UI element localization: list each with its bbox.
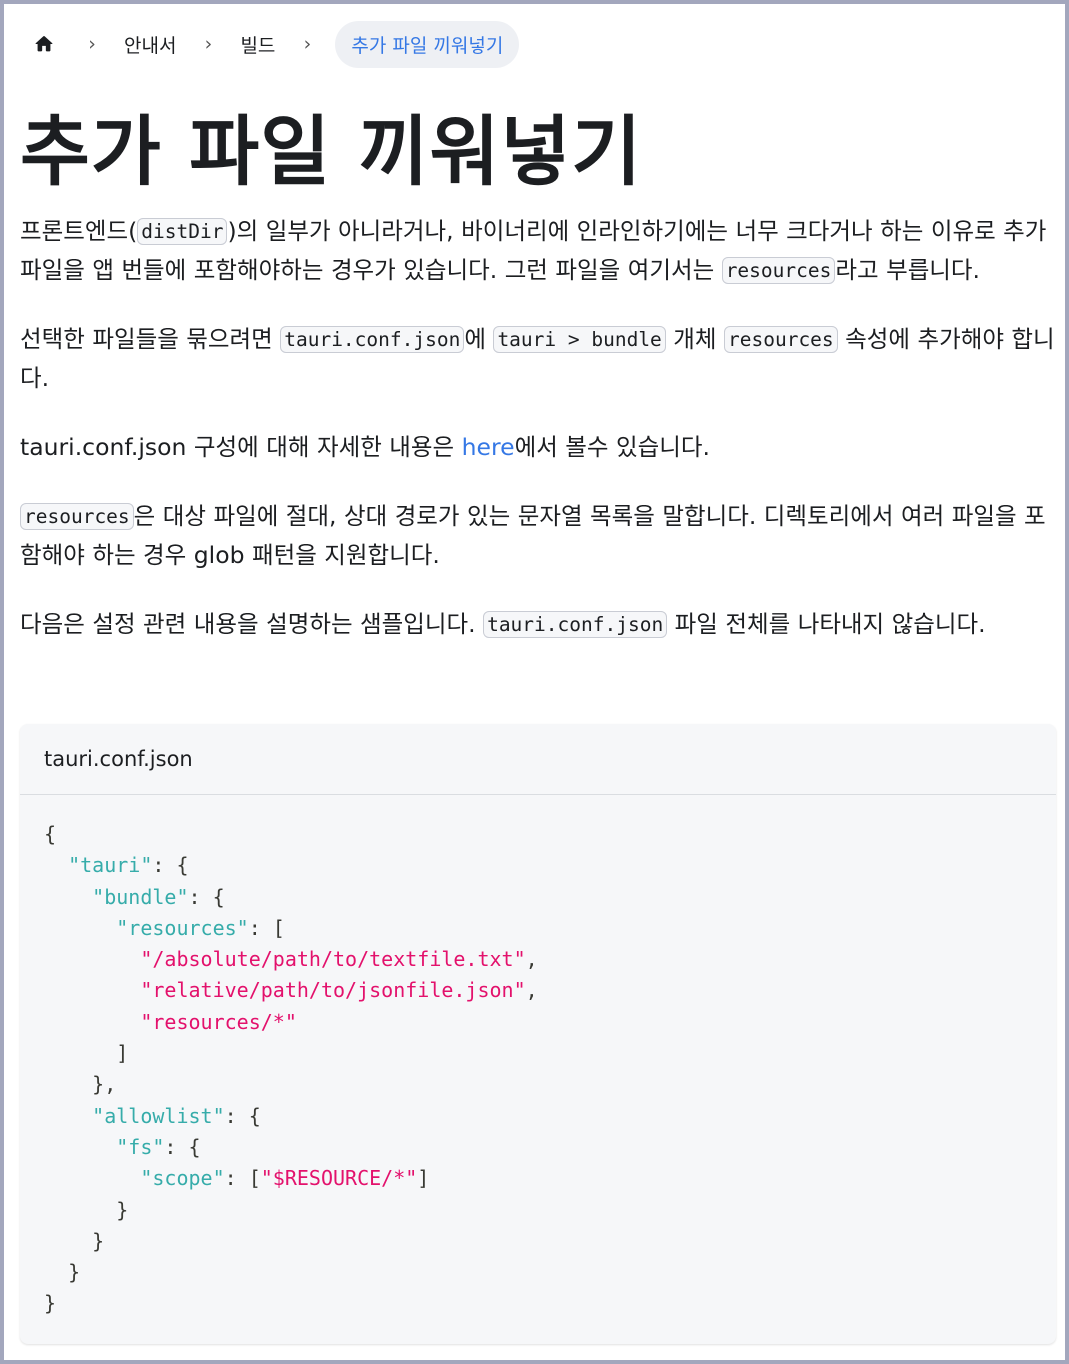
- paragraph-config: 선택한 파일들을 묶으려면 tauri.conf.json 에 tauri > b…: [20, 320, 1056, 398]
- text: 에: [464, 325, 494, 353]
- here-link[interactable]: here: [462, 433, 515, 461]
- json-string: "/absolute/path/to/textfile.txt": [140, 947, 526, 972]
- code-token: }: [44, 1291, 57, 1316]
- json-string: "resources/*": [140, 1009, 297, 1034]
- inline-code-tauri-conf: tauri.conf.json: [280, 326, 465, 353]
- inline-code-tauri-conf: tauri.conf.json: [483, 611, 668, 638]
- text: tauri.conf.json 구성에 대해 자세한 내용은: [20, 433, 462, 461]
- json-key: "allowlist": [92, 1103, 225, 1128]
- inline-code-distdir: distDir: [137, 218, 228, 245]
- code-token: {: [44, 822, 57, 846]
- text: 개체: [665, 325, 724, 353]
- json-string: "relative/path/to/jsonfile.json": [140, 978, 526, 1003]
- paragraph-resources: resources 은 대상 파일에 절대, 상대 경로가 있는 문자열 목록을 …: [20, 497, 1056, 575]
- json-key: "resources": [116, 915, 249, 940]
- chevron-right-icon: ›: [204, 33, 213, 55]
- text: 은 대상 파일에 절대, 상대 경로가 있는 문자열 목록을 말합니다. 디렉토…: [20, 502, 1046, 569]
- json-key: "fs": [116, 1134, 165, 1159]
- text: 선택한 파일들을 묶으려면: [20, 325, 281, 353]
- text: 파일 전체를 나타내지 않습니다.: [667, 610, 986, 638]
- breadcrumb-item-build[interactable]: 빌드: [236, 31, 279, 58]
- paragraph-sample: 다음은 설정 관련 내용을 설명하는 샘플입니다. tauri.conf.jso…: [20, 605, 1056, 644]
- paragraph-reference: tauri.conf.json 구성에 대해 자세한 내용은 here에서 볼수…: [20, 428, 1056, 467]
- json-key: "bundle": [92, 884, 189, 909]
- json-key: "tauri": [68, 853, 153, 878]
- docs-page: › 안내서 › 빌드 › 추가 파일 끼워넣기 추가 파일 끼워넣기 프론트엔드…: [4, 4, 1065, 1360]
- code-content[interactable]: { "tauri": { "bundle": { "resources": [ …: [20, 795, 1056, 1320]
- json-key: "scope": [140, 1166, 225, 1191]
- breadcrumb-item-guide[interactable]: 안내서: [120, 31, 180, 58]
- inline-code-resources: resources: [724, 326, 838, 353]
- breadcrumb-home[interactable]: [24, 24, 64, 64]
- code-block: tauri.conf.json { "tauri": { "bundle": {…: [20, 724, 1056, 1344]
- text: 다음은 설정 관련 내용을 설명하는 샘플입니다.: [20, 610, 484, 638]
- paragraph-intro: 프론트엔드(distDir)의 일부가 아니라거나, 바이너리에 인라인하기에는…: [20, 212, 1056, 290]
- text: 라고 부릅니다.: [835, 256, 981, 284]
- chevron-right-icon: ›: [303, 33, 312, 55]
- page-title: 추가 파일 끼워넣기: [20, 107, 643, 196]
- chevron-right-icon: ›: [88, 33, 96, 55]
- json-string: "$RESOURCE/*": [260, 1166, 418, 1191]
- inline-code-resources: resources: [20, 503, 134, 530]
- inline-code-resources: resources: [721, 257, 836, 284]
- code-block-filename: tauri.conf.json: [20, 724, 1056, 795]
- article-body: 프론트엔드(distDir)의 일부가 아니라거나, 바이너리에 인라인하기에는…: [20, 212, 1056, 674]
- home-icon: [35, 36, 53, 52]
- text: 프론트엔드(: [20, 217, 138, 245]
- text: 에서 볼수 있습니다.: [514, 433, 710, 461]
- breadcrumb-current: 추가 파일 끼워넣기: [335, 20, 520, 68]
- inline-code-tauri-bundle: tauri > bundle: [493, 326, 666, 353]
- breadcrumb: › 안내서 › 빌드 › 추가 파일 끼워넣기: [24, 20, 520, 68]
